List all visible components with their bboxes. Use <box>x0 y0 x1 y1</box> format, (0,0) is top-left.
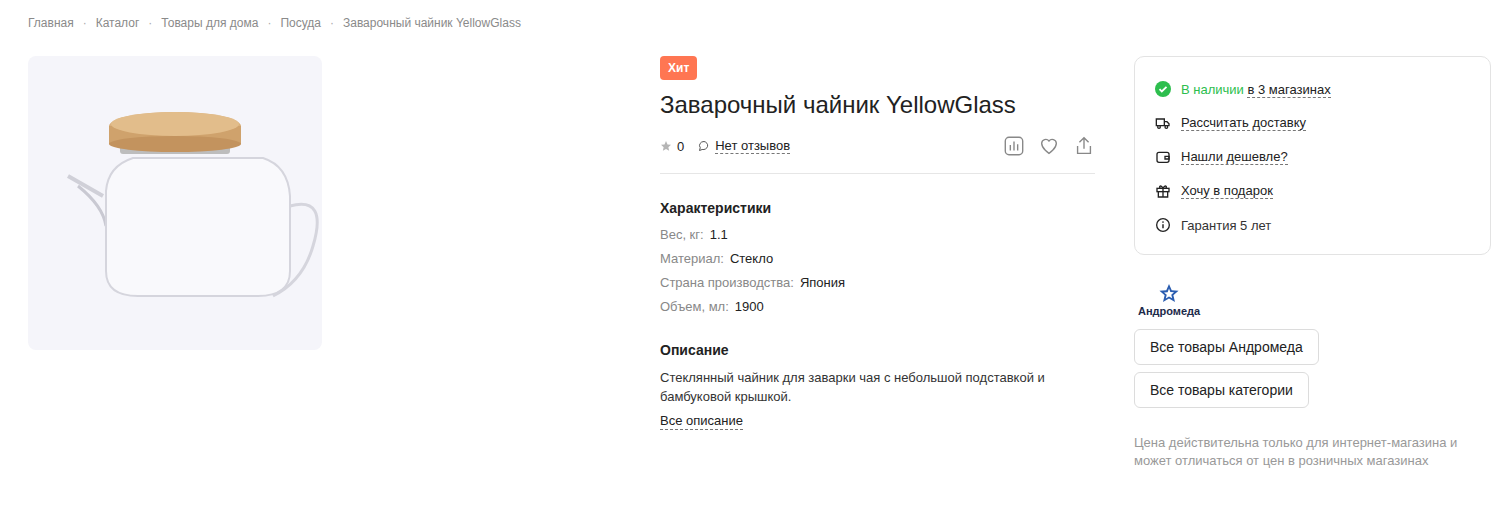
action-row: Гарантия 5 лет <box>1155 208 1470 242</box>
spec-label: Вес, кг: <box>660 223 704 247</box>
reviews-link[interactable]: Нет отзывов <box>698 138 790 154</box>
info-icon <box>1155 217 1171 233</box>
availability-card: В наличии в 3 магазинах Рассчитать доста… <box>1134 56 1491 255</box>
spec-value: 1.1 <box>710 223 728 247</box>
availability-status: В наличии <box>1181 82 1244 97</box>
breadcrumb-item[interactable]: Главная <box>28 15 74 31</box>
compare-icon[interactable] <box>1003 135 1025 157</box>
heart-icon[interactable] <box>1038 135 1060 157</box>
star-icon <box>660 140 672 152</box>
spec-label: Материал: <box>660 247 724 271</box>
check-icon <box>1155 81 1171 97</box>
action-row[interactable]: Хочу в подарок <box>1155 174 1470 208</box>
breadcrumb-separator: · <box>148 15 152 31</box>
tools <box>1003 135 1095 157</box>
category-button[interactable]: Все товары Андромеда <box>1134 329 1319 365</box>
product-title: Заварочный чайник YellowGlass <box>660 90 1016 120</box>
brand-star-icon <box>1158 283 1180 303</box>
action-label: Хочу в подарок <box>1181 183 1273 199</box>
brand-buttons: Все товары Андромеда Все товары категории <box>1134 329 1491 408</box>
teapot-icon <box>28 56 322 350</box>
rating[interactable]: 0 <box>660 139 684 154</box>
rating-value: 0 <box>677 139 684 154</box>
reviews-text: Нет отзывов <box>715 138 790 154</box>
action-label: Нашли дешевле? <box>1181 149 1288 165</box>
comment-icon <box>698 140 710 152</box>
breadcrumb-item[interactable]: Посуда <box>280 15 321 31</box>
spec-value: Япония <box>800 271 845 295</box>
action-row[interactable]: Рассчитать доставку <box>1155 106 1470 140</box>
specs-list: Вес, кг: 1.1Материал: СтеклоСтрана произ… <box>660 223 845 319</box>
wallet-icon <box>1155 149 1171 165</box>
brand-name: Андромеда <box>1138 305 1200 317</box>
brand-logo[interactable]: Андромеда <box>1138 283 1200 317</box>
breadcrumb-item[interactable]: Заварочный чайник YellowGlass <box>343 15 521 31</box>
price-note: Цена действительна только для интернет-м… <box>1134 434 1484 470</box>
spec-value: Стекло <box>730 247 773 271</box>
category-button[interactable]: Все товары категории <box>1134 372 1309 408</box>
sidebar: В наличии в 3 магазинах Рассчитать доста… <box>1134 56 1491 470</box>
truck-icon <box>1155 115 1171 131</box>
spec-row: Вес, кг: 1.1 <box>660 223 845 247</box>
specs-title: Характеристики <box>660 198 771 218</box>
breadcrumb-item[interactable]: Товары для дома <box>161 15 258 31</box>
action-label: Рассчитать доставку <box>1181 115 1306 131</box>
description-title: Описание <box>660 340 729 360</box>
spec-value: 1900 <box>735 295 764 319</box>
product-image[interactable] <box>28 56 322 350</box>
all-description-link[interactable]: Все описание <box>660 412 743 430</box>
hit-badge: Хит <box>660 56 697 80</box>
description-text: Стеклянный чайник для заварки чая с небо… <box>660 368 1080 406</box>
action-label: Гарантия 5 лет <box>1181 218 1271 233</box>
breadcrumb-separator: · <box>330 15 334 31</box>
product-page: Главная · Каталог · Товары для дома · Посуд… <box>0 0 1511 512</box>
action-row[interactable]: Нашли дешевле? <box>1155 140 1470 174</box>
spec-row: Объем, мл: 1900 <box>660 295 845 319</box>
breadcrumb-separator: · <box>83 15 87 31</box>
breadcrumb-item[interactable]: Каталог <box>96 15 140 31</box>
breadcrumbs: Главная · Каталог · Товары для дома · Посуд… <box>28 15 1511 31</box>
spec-row: Страна производства: Япония <box>660 271 845 295</box>
share-icon[interactable] <box>1073 135 1095 157</box>
spec-label: Объем, мл: <box>660 295 729 319</box>
gift-icon <box>1155 183 1171 199</box>
breadcrumb-separator: · <box>267 15 271 31</box>
product-info: Хит Заварочный чайник YellowGlass 0 Нет … <box>660 56 1095 430</box>
availability-row: В наличии в 3 магазинах <box>1155 72 1470 106</box>
stores-link[interactable]: в 3 магазинах <box>1247 82 1330 98</box>
spec-row: Материал: Стекло <box>660 247 845 271</box>
spec-label: Страна производства: <box>660 271 794 295</box>
rating-row: 0 Нет отзывов <box>660 135 1095 174</box>
